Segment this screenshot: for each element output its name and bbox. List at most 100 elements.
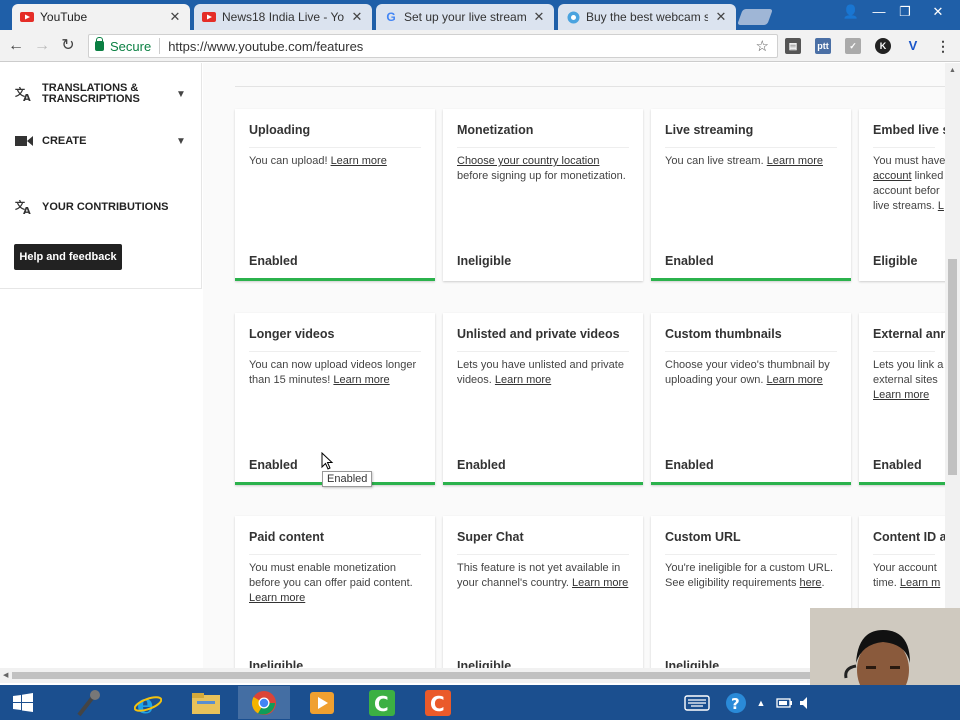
scrollbar-thumb[interactable] xyxy=(12,672,924,679)
show-hidden-icons-icon[interactable]: ▲ xyxy=(752,686,770,719)
tab-youtube[interactable]: YouTube ✕ xyxy=(12,4,190,30)
horizontal-scrollbar[interactable]: ◀ xyxy=(0,668,945,683)
feature-description: You're ineligible for a custom URL. See … xyxy=(665,562,834,589)
svg-text:C: C xyxy=(374,692,389,716)
help-circle-icon[interactable]: ? xyxy=(722,686,750,719)
account-link[interactable]: account xyxy=(873,170,912,182)
learn-more-link[interactable]: Learn more xyxy=(767,374,823,386)
minimize-icon[interactable]: — xyxy=(866,2,892,22)
address-bar[interactable]: Secure https://www.youtube.com/features … xyxy=(88,34,778,58)
choose-country-link[interactable]: Choose your country location xyxy=(457,155,599,167)
forward-arrow-icon[interactable]: → xyxy=(32,36,52,56)
volume-icon[interactable] xyxy=(798,686,812,719)
divider xyxy=(159,38,161,54)
help-and-feedback-button[interactable]: Help and feedback xyxy=(14,244,122,270)
user-profile-icon[interactable]: 👤 xyxy=(838,2,864,22)
feature-title: Uploading xyxy=(249,123,311,137)
sidebar-item-your-contributions[interactable]: 文A YOUR CONTRIBUTIONS xyxy=(14,198,169,216)
mouse-cursor-icon xyxy=(321,452,334,470)
close-tab-icon[interactable]: ✕ xyxy=(350,9,364,25)
sidebar-item-create[interactable]: CREATE xyxy=(14,132,86,150)
feature-title: External anr xyxy=(873,327,945,341)
learn-more-link[interactable]: Learn m xyxy=(900,577,940,589)
battery-icon[interactable] xyxy=(772,686,798,719)
feature-status: Enabled xyxy=(665,254,714,268)
learn-more-link[interactable]: Learn more xyxy=(331,155,387,167)
close-tab-icon[interactable]: ✕ xyxy=(714,9,728,25)
tab-news18[interactable]: News18 India Live - YouT ✕ xyxy=(194,4,372,30)
google-icon: G xyxy=(386,10,396,24)
restore-icon[interactable]: ❐ xyxy=(892,2,918,22)
extension-menu-icon[interactable]: ▤ xyxy=(785,38,801,54)
youtube-icon xyxy=(202,10,216,24)
feature-status: Ineligible xyxy=(457,254,512,268)
features-panel: Uploading You can upload! Learn more Ena… xyxy=(203,63,945,668)
sidebar-item-label: CREATE xyxy=(42,135,87,147)
feature-card-longer-videos: Longer videos You can now upload videos … xyxy=(235,313,435,485)
learn-more-link[interactable]: Learn more xyxy=(873,389,929,401)
divider xyxy=(665,147,837,148)
divider xyxy=(873,554,935,555)
camtasia-editor-icon[interactable]: C xyxy=(412,686,464,719)
svg-text:A: A xyxy=(23,206,31,215)
new-tab-button[interactable] xyxy=(737,9,773,25)
eligibility-link[interactable]: here xyxy=(800,577,822,589)
scroll-up-arrow-icon[interactable]: ▲ xyxy=(949,67,956,74)
translate-icon: 文A xyxy=(14,198,34,216)
feature-status: Enabled xyxy=(665,458,714,472)
browser-toolbar: ← → ↻ Secure https://www.youtube.com/fea… xyxy=(0,30,960,62)
feature-status: Enabled xyxy=(249,458,298,472)
divider xyxy=(457,147,629,148)
learn-more-link[interactable]: L xyxy=(938,200,944,212)
sidebar-item-translations[interactable]: 文A TRANSLATIONS & TRANSCRIPTIONS xyxy=(14,83,142,105)
file-explorer-icon[interactable] xyxy=(180,686,232,719)
feature-status: Eligible xyxy=(873,254,918,268)
chevron-down-icon[interactable]: ▼ xyxy=(176,136,186,147)
chrome-icon[interactable] xyxy=(238,686,290,719)
close-tab-icon[interactable]: ✕ xyxy=(168,9,182,25)
feature-title: Unlisted and private videos xyxy=(457,327,620,341)
back-arrow-icon[interactable]: ← xyxy=(6,36,26,56)
secure-indicator[interactable]: Secure xyxy=(95,37,151,54)
extension-v-icon[interactable]: V xyxy=(905,38,921,54)
scroll-left-arrow-icon[interactable]: ◀ xyxy=(3,671,8,679)
learn-more-link[interactable]: Learn more xyxy=(495,374,551,386)
chevron-down-icon[interactable]: ▼ xyxy=(176,89,186,100)
extension-checkbox-icon[interactable]: ✓ xyxy=(845,38,861,54)
media-player-icon[interactable] xyxy=(296,686,348,719)
extension-ptt-icon[interactable]: ptt xyxy=(815,38,831,54)
learn-more-link[interactable]: Learn more xyxy=(249,592,305,604)
close-tab-icon[interactable]: ✕ xyxy=(532,9,546,25)
learn-more-link[interactable]: Learn more xyxy=(767,155,823,167)
windows-start-icon[interactable] xyxy=(0,686,46,719)
feature-card-unlisted-private: Unlisted and private videos Lets you hav… xyxy=(443,313,643,485)
status-bar xyxy=(651,278,851,281)
keyboard-icon[interactable] xyxy=(680,686,714,719)
extension-k-icon[interactable]: K xyxy=(875,38,891,54)
reload-icon[interactable]: ↻ xyxy=(58,36,78,56)
tab-title: Buy the best webcam so xyxy=(586,10,708,24)
feature-title: Monetization xyxy=(457,123,534,137)
tab-live-streaming-setup[interactable]: G Set up your live streamin ✕ xyxy=(376,4,554,30)
tab-webcam[interactable]: Buy the best webcam so ✕ xyxy=(558,4,736,30)
learn-more-link[interactable]: Learn more xyxy=(333,374,389,386)
vertical-scrollbar[interactable]: ▲ xyxy=(945,63,960,673)
microphone-icon[interactable] xyxy=(62,686,114,719)
divider xyxy=(235,86,945,87)
internet-explorer-icon[interactable]: e xyxy=(122,686,174,719)
learn-more-link[interactable]: Learn more xyxy=(572,577,628,589)
divider xyxy=(873,351,935,352)
close-window-icon[interactable]: ✕ xyxy=(922,2,954,22)
scrollbar-thumb[interactable] xyxy=(948,259,957,475)
tab-title: Set up your live streamin xyxy=(404,10,526,24)
feature-status: Enabled xyxy=(249,254,298,268)
feature-description: You can now upload videos longer than 15… xyxy=(249,359,417,386)
camtasia-recorder-icon[interactable]: C xyxy=(356,686,408,719)
bookmark-star-icon[interactable]: ☆ xyxy=(756,37,769,55)
feature-title: Custom URL xyxy=(665,530,741,544)
browser-menu-icon[interactable]: ⋮ xyxy=(935,38,951,54)
feature-card-live-streaming: Live streaming You can live stream. Lear… xyxy=(651,109,851,281)
feature-card-uploading: Uploading You can upload! Learn more Ena… xyxy=(235,109,435,281)
svg-text:?: ? xyxy=(731,695,740,713)
feature-title: Custom thumbnails xyxy=(665,327,782,341)
